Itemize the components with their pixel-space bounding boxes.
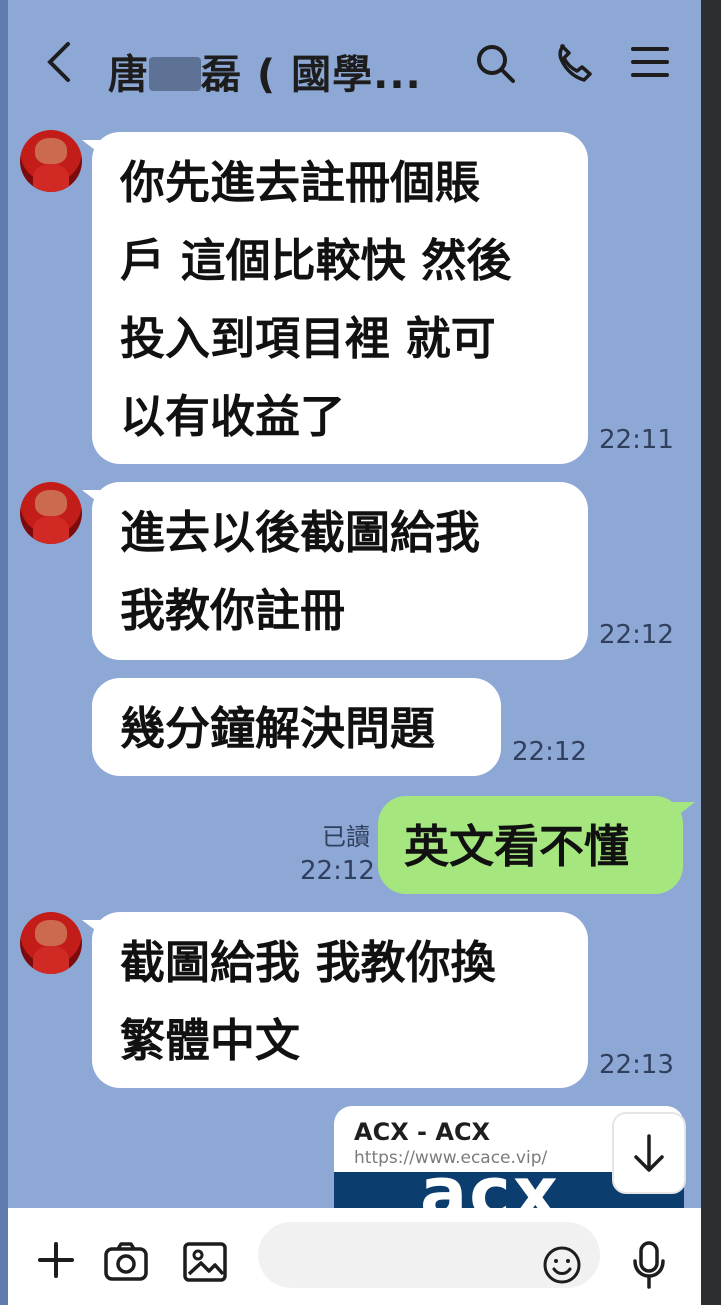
chat-header: 唐 磊 ( 國學... — [8, 0, 701, 130]
image-icon — [183, 1242, 227, 1282]
plus-icon — [38, 1242, 74, 1278]
call-button[interactable] — [552, 42, 598, 88]
message-time: 22:12 — [300, 856, 375, 886]
camera-button[interactable] — [102, 1240, 150, 1288]
arrow-down-icon — [634, 1134, 664, 1172]
microphone-icon — [633, 1241, 665, 1289]
message-time: 22:13 — [599, 1050, 674, 1080]
menu-icon — [631, 47, 669, 77]
sender-avatar[interactable] — [20, 130, 82, 192]
chat-title[interactable]: 唐 磊 ( 國學... — [108, 42, 422, 100]
back-chevron-icon — [47, 42, 70, 82]
message-line: 進去以後截圖給我 — [120, 506, 481, 559]
outgoing-message-bubble: 英文看不懂 — [378, 796, 683, 894]
read-status: 已讀 — [322, 823, 370, 851]
incoming-message-bubble: 截圖給我 我教你換 繁體中文 — [92, 912, 588, 1088]
sender-avatar[interactable] — [20, 482, 82, 544]
message-line: 投入到項目裡 就可 — [120, 312, 496, 365]
search-icon — [477, 45, 515, 83]
add-button[interactable] — [34, 1238, 82, 1286]
menu-button[interactable] — [630, 42, 676, 88]
message-line: 截圖給我 我教你換 — [120, 936, 496, 989]
gallery-button[interactable] — [181, 1240, 229, 1288]
voice-button[interactable] — [628, 1240, 670, 1290]
message-line: 你先進去註冊個賬 — [120, 156, 481, 209]
phone-icon — [558, 44, 592, 82]
back-button[interactable] — [44, 40, 84, 90]
incoming-message-bubble: 進去以後截圖給我 我教你註冊 — [92, 482, 588, 660]
title-suffix: 磊 ( 國學... — [201, 52, 422, 98]
message-line: 幾分鐘解決問題 — [120, 702, 436, 755]
emoji-icon — [543, 1246, 581, 1284]
right-frame-edge — [701, 0, 721, 1305]
message-time: 22:12 — [512, 737, 587, 767]
search-button[interactable] — [474, 42, 520, 88]
message-line: 繁體中文 — [120, 1014, 301, 1067]
incoming-message-bubble: 你先進去註冊個賬 戶 這個比較快 然後 投入到項目裡 就可 以有收益了 — [92, 132, 588, 464]
link-preview-title: ACX - ACX — [354, 1118, 491, 1146]
scroll-down-button[interactable] — [612, 1112, 686, 1194]
emoji-button[interactable] — [542, 1245, 582, 1285]
sender-avatar[interactable] — [20, 912, 82, 974]
camera-icon — [104, 1242, 148, 1281]
message-line: 戶 這個比較快 然後 — [120, 234, 512, 287]
link-preview-logo: acx — [420, 1152, 560, 1210]
message-line: 我教你註冊 — [120, 584, 346, 637]
title-prefix: 唐 — [108, 52, 149, 98]
message-time: 22:11 — [599, 425, 674, 455]
message-time: 22:12 — [599, 620, 674, 650]
message-line: 以有收益了 — [120, 390, 346, 443]
message-line: 英文看不懂 — [404, 820, 630, 873]
left-frame-edge — [0, 0, 8, 1305]
incoming-message-bubble: 幾分鐘解決問題 — [92, 678, 501, 776]
name-redaction — [149, 57, 201, 91]
